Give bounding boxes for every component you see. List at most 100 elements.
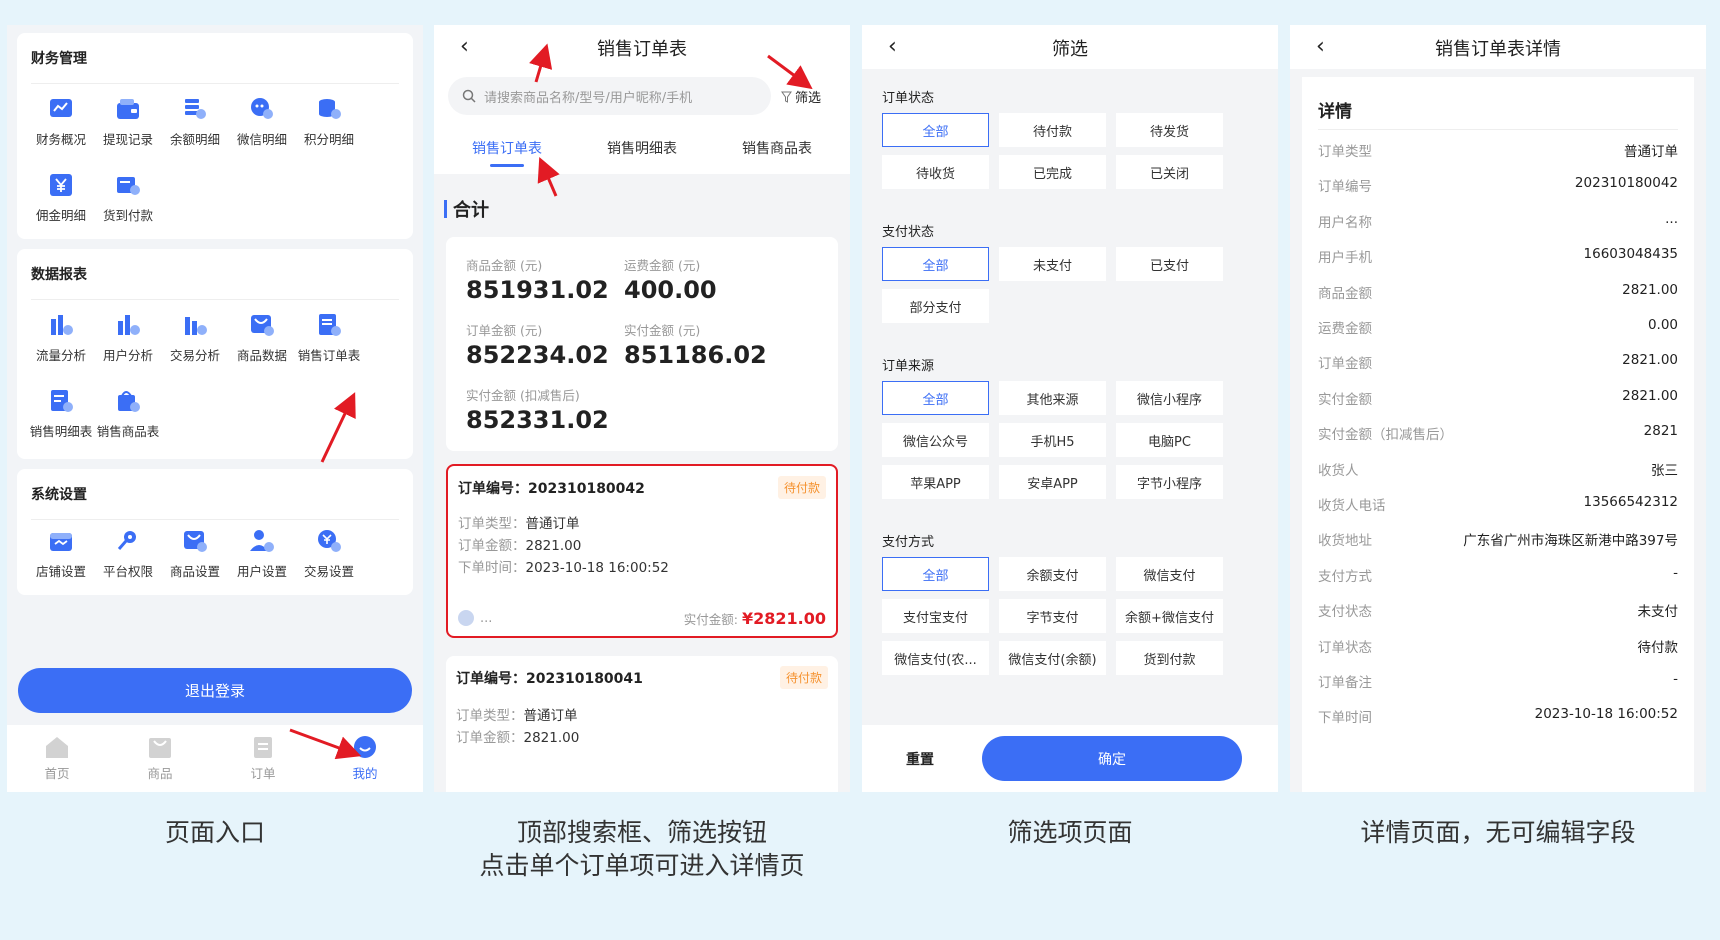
caption-line: 顶部搜索框、筛选按钮 bbox=[516, 818, 767, 847]
menu-tile[interactable]: 微信明细 bbox=[225, 95, 299, 148]
filter-option[interactable]: 支付宝支付 bbox=[882, 599, 989, 633]
goods-data-icon bbox=[251, 315, 274, 336]
filter-option[interactable]: 待发货 bbox=[1116, 113, 1223, 147]
filter-option[interactable]: 微信小程序 bbox=[1116, 381, 1223, 415]
detail-value: 2821.00 bbox=[1622, 352, 1678, 369]
balance-icon bbox=[185, 99, 206, 119]
menu-tile[interactable]: 货到付款 bbox=[91, 171, 165, 224]
tab-sales-order[interactable]: 销售订单表 bbox=[442, 138, 572, 158]
filter-option[interactable]: 待付款 bbox=[999, 113, 1106, 147]
detail-row: 运费金额 0.00 bbox=[1318, 317, 1678, 337]
detail-value: 202310180042 bbox=[1574, 175, 1678, 192]
detail-value: 张三 bbox=[1651, 462, 1678, 479]
page-title: 销售订单表详情 bbox=[1435, 39, 1561, 60]
filter-option[interactable]: 其他来源 bbox=[999, 381, 1106, 415]
store-icon bbox=[50, 533, 72, 551]
detail-row: 收货人 张三 bbox=[1318, 459, 1678, 479]
filter-option[interactable]: 待收货 bbox=[882, 155, 989, 189]
menu-tile[interactable]: 店铺设置 bbox=[24, 527, 98, 580]
search-input[interactable]: 请搜索商品名称/型号/用户昵称/手机 bbox=[448, 77, 771, 115]
menu-tile[interactable]: 用户分析 bbox=[91, 311, 165, 364]
stat-label: 实付金额 (元) bbox=[624, 323, 701, 338]
filter-option[interactable]: 未支付 bbox=[999, 247, 1106, 281]
filter-option[interactable]: 已支付 bbox=[1116, 247, 1223, 281]
nav-bar: ‹ 筛选 bbox=[862, 25, 1278, 69]
menu-tile-label: 佣金明细 bbox=[35, 208, 86, 223]
menu-tile[interactable]: 用户设置 bbox=[225, 527, 299, 580]
filter-option[interactable]: 手机H5 bbox=[999, 423, 1106, 457]
filter-option[interactable]: 全部 bbox=[882, 381, 989, 415]
detail-row: 收货人电话 13566542312 bbox=[1318, 494, 1678, 514]
menu-tile[interactable]: 销售商品表 bbox=[91, 387, 165, 440]
order-item[interactable]: 订单编号：202310180042 待付款 订单类型：普通订单 订单金额：282… bbox=[446, 464, 838, 638]
finance-title: 财务管理 bbox=[31, 51, 87, 67]
confirm-button[interactable]: 确定 bbox=[982, 736, 1242, 781]
filter-option[interactable]: 微信支付(余额) bbox=[999, 641, 1106, 675]
menu-tile-label: 平台权限 bbox=[102, 564, 153, 579]
menu-tile[interactable]: 商品数据 bbox=[225, 311, 299, 364]
tab-goods-label: 商品 bbox=[147, 766, 173, 781]
wallet-icon bbox=[117, 99, 139, 119]
filter-button[interactable]: 筛选 bbox=[781, 87, 821, 106]
detail-value: 2821 bbox=[1643, 423, 1678, 440]
order-icon bbox=[254, 737, 272, 758]
filter-option[interactable]: 电脑PC bbox=[1116, 423, 1223, 457]
menu-tile[interactable]: 佣金明细 bbox=[24, 171, 98, 224]
summary-title: 合计 bbox=[453, 200, 489, 221]
filter-option[interactable]: 余额+微信支付 bbox=[1116, 599, 1223, 633]
tab-home[interactable]: 首页 bbox=[17, 735, 97, 782]
menu-tile[interactable]: 销售订单表 bbox=[292, 311, 366, 364]
filter-section-title: 订单状态 bbox=[882, 91, 935, 106]
menu-tile[interactable]: 销售明细表 bbox=[24, 387, 98, 440]
menu-tile[interactable]: 余额明细 bbox=[158, 95, 232, 148]
filter-option[interactable]: 货到付款 bbox=[1116, 641, 1223, 675]
filter-option[interactable]: 已关闭 bbox=[1116, 155, 1223, 189]
filter-option[interactable]: 全部 bbox=[882, 113, 989, 147]
detail-key: 收货人电话 bbox=[1318, 498, 1386, 514]
entry-screen: 财务管理 财务概况 提现记录 余额明细 微信明细 积分明细佣金明细 货到付款 数据报表 流… bbox=[7, 25, 423, 792]
tab-sales-detail[interactable]: 销售明细表 bbox=[577, 138, 707, 158]
filter-section-title: 支付方式 bbox=[882, 535, 935, 550]
menu-tile[interactable]: 积分明细 bbox=[292, 95, 366, 148]
filter-option[interactable]: 字节小程序 bbox=[1116, 465, 1223, 499]
filter-option[interactable]: 字节支付 bbox=[999, 599, 1106, 633]
reports-title: 数据报表 bbox=[31, 267, 87, 283]
filter-option[interactable]: 微信支付 bbox=[1116, 557, 1223, 591]
trade-setting-icon bbox=[318, 530, 341, 552]
menu-tile-label: 销售商品表 bbox=[96, 424, 160, 439]
detail-key: 收货地址 bbox=[1318, 533, 1372, 550]
order-item[interactable]: 订单编号：202310180041 待付款 订单类型：普通订单 订单金额：282… bbox=[446, 656, 838, 792]
detail-value: 未支付 bbox=[1637, 604, 1679, 621]
filter-option[interactable]: 全部 bbox=[882, 557, 989, 591]
detail-row: 支付状态 未支付 bbox=[1318, 600, 1678, 620]
tab-profile[interactable]: 我的 bbox=[325, 735, 405, 782]
detail-key: 下单时间 bbox=[1318, 710, 1372, 727]
logout-button[interactable]: 退出登录 bbox=[18, 668, 412, 713]
filter-option[interactable]: 微信公众号 bbox=[882, 423, 989, 457]
summary-heading: 合计 bbox=[444, 196, 489, 222]
filter-option[interactable]: 全部 bbox=[882, 247, 989, 281]
filter-option[interactable]: 已完成 bbox=[999, 155, 1106, 189]
detail-value: 2821.00 bbox=[1622, 281, 1678, 298]
caption-line: 点击单个订单项可进入详情页 bbox=[479, 851, 805, 880]
detail-value: - bbox=[1673, 564, 1678, 581]
tab-goods[interactable]: 商品 bbox=[120, 735, 200, 782]
filter-option[interactable]: 苹果APP bbox=[882, 465, 989, 499]
row-key: 订单类型： bbox=[458, 516, 526, 532]
menu-tile[interactable]: 平台权限 bbox=[91, 527, 165, 580]
menu-tile[interactable]: 流量分析 bbox=[24, 311, 98, 364]
filter-option[interactable]: 微信支付(农... bbox=[882, 641, 989, 675]
detail-key: 订单状态 bbox=[1318, 639, 1372, 656]
order-type-row: 订单类型：普通订单 bbox=[456, 704, 578, 724]
filter-option[interactable]: 安卓APP bbox=[999, 465, 1106, 499]
tab-orders[interactable]: 订单 bbox=[223, 735, 303, 782]
tab-sales-goods[interactable]: 销售商品表 bbox=[712, 138, 842, 158]
menu-tile[interactable]: 交易设置 bbox=[292, 527, 366, 580]
menu-tile[interactable]: 交易分析 bbox=[158, 311, 232, 364]
reset-button[interactable]: 重置 bbox=[906, 749, 934, 769]
filter-option[interactable]: 部分支付 bbox=[882, 289, 989, 323]
filter-option[interactable]: 余额支付 bbox=[999, 557, 1106, 591]
menu-tile[interactable]: 商品设置 bbox=[158, 527, 232, 580]
menu-tile[interactable]: 提现记录 bbox=[91, 95, 165, 148]
menu-tile[interactable]: 财务概况 bbox=[24, 95, 98, 148]
